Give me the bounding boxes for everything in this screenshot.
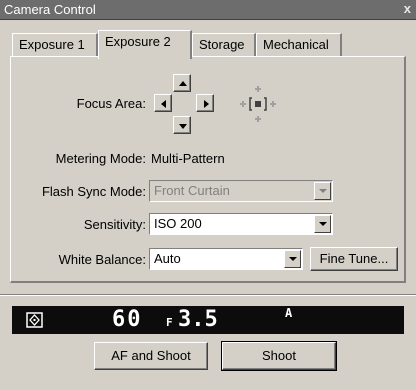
af-and-shoot-label: AF and Shoot — [111, 348, 191, 363]
focus-right-button[interactable] — [196, 94, 214, 112]
chevron-down-icon — [319, 189, 327, 193]
focus-area-indicator-icon — [240, 86, 276, 122]
lcd-shutter: 60 — [112, 307, 143, 332]
separator — [0, 294, 416, 296]
chevron-down-icon — [319, 222, 327, 226]
flash-sync-mode-label: Flash Sync Mode: — [41, 184, 146, 199]
shoot-button[interactable]: Shoot — [221, 341, 337, 371]
lcd-mode: A — [285, 306, 293, 320]
dropdown-button[interactable] — [284, 250, 301, 268]
sensitivity-select[interactable]: ISO 200 — [149, 213, 333, 235]
sensitivity-value: ISO 200 — [154, 216, 202, 231]
flash-sync-mode-value: Front Curtain — [154, 183, 230, 198]
af-and-shoot-button[interactable]: AF and Shoot — [94, 342, 208, 370]
focus-area-label: Focus Area: — [76, 96, 146, 111]
sensitivity-label: Sensitivity: — [83, 217, 146, 232]
tab-exposure-2[interactable]: Exposure 2 — [98, 30, 192, 59]
shoot-label: Shoot — [262, 348, 296, 363]
window-title: Camera Control — [4, 2, 96, 17]
focus-up-button[interactable] — [173, 74, 191, 92]
tab-storage[interactable]: Storage — [192, 33, 256, 57]
lcd-aperture-prefix: F — [166, 316, 173, 329]
tab-label: Exposure 1 — [19, 37, 85, 52]
tab-label: Exposure 2 — [105, 34, 171, 49]
dropdown-button[interactable] — [314, 215, 331, 233]
flash-sync-mode-select[interactable]: Front Curtain — [149, 180, 333, 202]
arrow-up-icon — [179, 81, 187, 86]
white-balance-value: Auto — [154, 251, 181, 266]
lcd-display: 60 F 3.5 A — [12, 306, 404, 334]
close-icon[interactable]: x — [404, 1, 411, 16]
fine-tune-label: Fine Tune... — [319, 251, 389, 266]
tab-label: Storage — [199, 37, 245, 52]
metering-mode-value: Multi-Pattern — [151, 151, 225, 166]
fine-tune-button[interactable]: Fine Tune... — [310, 247, 398, 271]
focus-left-button[interactable] — [154, 94, 172, 112]
dropdown-button[interactable] — [314, 182, 331, 200]
focus-down-button[interactable] — [173, 116, 191, 134]
tab-exposure-1[interactable]: Exposure 1 — [12, 33, 98, 57]
chevron-down-icon — [289, 257, 297, 261]
metering-icon — [26, 312, 43, 328]
white-balance-select[interactable]: Auto — [149, 248, 303, 270]
tab-label: Mechanical — [263, 37, 329, 52]
arrow-right-icon — [204, 100, 209, 108]
tab-mechanical[interactable]: Mechanical — [256, 33, 342, 57]
arrow-left-icon — [161, 100, 166, 108]
title-bar: Camera Control x — [0, 0, 416, 20]
arrow-down-icon — [179, 124, 187, 129]
lcd-aperture: 3.5 — [178, 307, 218, 332]
metering-mode-label: Metering Mode: — [55, 151, 146, 166]
white-balance-label: White Balance: — [58, 252, 146, 267]
